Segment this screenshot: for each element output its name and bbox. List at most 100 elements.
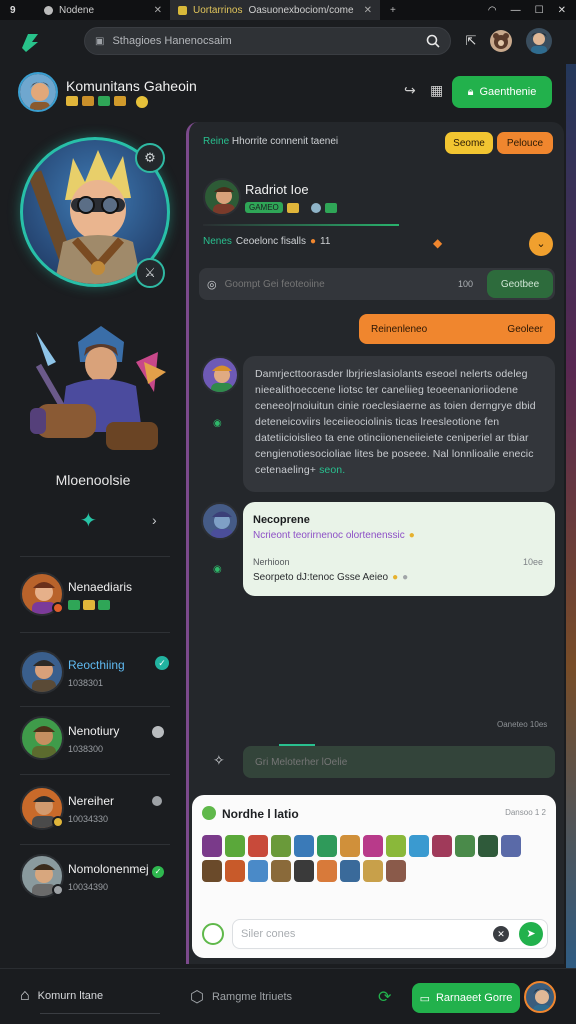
nav-cta-label: Rarnaeet Gorre	[435, 992, 513, 1004]
message-avatar-icon	[211, 365, 233, 392]
emoji-tile[interactable]	[271, 835, 291, 857]
message-bubble-highlight: Necoprene Ncrieont teorirnenoc olortenen…	[243, 502, 555, 596]
emoji-tile[interactable]	[478, 835, 498, 857]
emoji-tile[interactable]	[386, 860, 406, 882]
header-action-button[interactable]: 🔒︎ Gaenthenie	[452, 76, 552, 108]
friend-item[interactable]: Nenaediaris	[18, 570, 178, 626]
emoji-tile[interactable]	[317, 835, 337, 857]
message-timestamp: Oaneteo 10es	[497, 720, 548, 729]
card-title: Nordhe l latio	[222, 807, 299, 821]
flame-icon[interactable]: ◆	[433, 236, 442, 250]
new-tab-button[interactable]: +	[380, 5, 406, 16]
friend-item[interactable]: Nenotiury 1038300	[18, 714, 178, 770]
shop-icon: ⬡	[190, 989, 204, 1006]
emoji-tile[interactable]	[202, 860, 222, 882]
card-input[interactable]	[241, 928, 493, 940]
tab-favicon-icon	[44, 5, 53, 15]
emoji-tile[interactable]	[294, 835, 314, 857]
browser-tab-1[interactable]: Nodene ✕	[36, 0, 170, 20]
hero-swap-button[interactable]: ⚔	[135, 258, 165, 288]
maximize-icon[interactable]: ☐	[535, 5, 544, 16]
reaction-count: 11	[320, 236, 331, 247]
orange-action-bar[interactable]: Reinenleneo Geoleer	[359, 314, 555, 344]
reply-input[interactable]	[255, 756, 543, 768]
fire-icon: ●	[309, 236, 316, 247]
app-logo-icon[interactable]	[16, 28, 44, 56]
emoji-tile[interactable]	[340, 835, 360, 857]
emoji-tile[interactable]	[248, 860, 268, 882]
expand-button[interactable]: ⌄	[529, 232, 553, 256]
card-avatar[interactable]	[202, 923, 224, 945]
search-icon[interactable]	[426, 34, 440, 48]
message-avatar[interactable]	[201, 502, 239, 540]
card-input-wrapper[interactable]: ✕ ➤	[232, 919, 548, 949]
filter-pill-orange[interactable]: Pelouce	[497, 132, 553, 154]
emoji-tile[interactable]	[363, 860, 383, 882]
status-ring-icon: ◉	[213, 418, 222, 429]
warrior-name: Mloenoolsie	[55, 472, 131, 488]
nav-home[interactable]: ⌂ Komurn ltane	[20, 987, 103, 1005]
compose-row[interactable]: ◎ 100 Geotbee	[199, 268, 555, 300]
emoji-tile[interactable]	[340, 860, 360, 882]
coin-icon	[136, 96, 148, 108]
compose-submit-button[interactable]: Geotbee	[487, 270, 553, 298]
minimize-icon[interactable]: —	[511, 5, 521, 16]
gold-badge-icon	[82, 96, 94, 106]
filter-pill-yellow[interactable]: Seome	[445, 132, 493, 154]
emoji-tile[interactable]	[294, 860, 314, 882]
message-avatar[interactable]	[201, 356, 239, 394]
reply-input-wrapper[interactable]	[243, 746, 555, 778]
hero-settings-button[interactable]: ⚙	[135, 143, 165, 173]
emoji-tile[interactable]	[225, 835, 245, 857]
emoji-tile[interactable]	[363, 835, 383, 857]
emoji-tile[interactable]	[271, 860, 291, 882]
emoji-tile[interactable]	[409, 835, 429, 857]
nav-user-avatar[interactable]	[524, 981, 556, 1013]
message-text: Damrjecttoorasder lbrjrieslasiolants ese…	[243, 356, 555, 488]
emoji-tile[interactable]	[455, 835, 475, 857]
nav-refresh[interactable]: ⟳	[378, 987, 391, 1007]
profile-avatar[interactable]	[18, 72, 58, 112]
friend-item[interactable]: Nereiher 10034330	[18, 784, 178, 840]
emoji-tile[interactable]	[501, 835, 521, 857]
message-author: Necoprene	[253, 514, 310, 526]
tab-close-icon[interactable]: ✕	[154, 5, 162, 16]
clear-icon[interactable]: ✕	[493, 926, 509, 942]
emoji-tile[interactable]	[202, 835, 222, 857]
nav-shop[interactable]: ⬡ Ramgme ltriuets	[190, 987, 292, 1007]
browser-tab-2[interactable]: Uortarrinos Oasuonexbociom/come ✕	[170, 0, 380, 20]
share-icon[interactable]: ⇱	[460, 30, 482, 52]
post-author: Radriot Ioe	[245, 182, 309, 197]
window-controls: ◠ — ☐ ✕	[488, 5, 576, 16]
friend-item[interactable]: Reocthiing 1038301 ✓	[18, 648, 178, 704]
search-bar[interactable]: ▣	[84, 27, 451, 55]
search-input[interactable]	[112, 35, 418, 47]
post-tag: GAMEO	[245, 202, 283, 213]
status-online-icon: ✓	[152, 866, 164, 878]
friend-item[interactable]: Nomolonenmej 10034390 ✓	[18, 852, 178, 908]
emoji-tile[interactable]	[386, 835, 406, 857]
nav-cta-button[interactable]: ▭ Rarnaeet Gorre	[412, 983, 520, 1013]
emoji-tile[interactable]	[317, 860, 337, 882]
lock-icon: 🔒︎	[467, 85, 474, 98]
profile-header[interactable]: Komunitans Gaheoin	[18, 72, 197, 116]
emoji-tile[interactable]	[225, 860, 245, 882]
sparkle-icon[interactable]: ✧	[213, 752, 225, 769]
hero-dash-icon[interactable]: ✦	[80, 508, 97, 533]
send-icon[interactable]: ➤	[519, 922, 543, 946]
emoji-tile[interactable]	[248, 835, 268, 857]
friend-avatar	[20, 716, 64, 760]
gold-badge-icon	[114, 96, 126, 106]
chevron-right-icon[interactable]: ›	[152, 512, 157, 528]
notification-avatar[interactable]	[490, 30, 512, 52]
gallery-icon[interactable]: ▦	[430, 82, 443, 99]
post-avatar[interactable]	[203, 178, 241, 216]
compose-input[interactable]	[224, 278, 450, 290]
emoji-tile[interactable]	[432, 835, 452, 857]
compose-icon: ◎	[207, 278, 217, 291]
share-icon[interactable]: ↪	[404, 82, 416, 99]
close-window-icon[interactable]: ✕	[558, 5, 566, 16]
user-avatar[interactable]	[526, 28, 552, 54]
tab-close-icon[interactable]: ✕	[364, 5, 372, 16]
message-link[interactable]: seon.	[319, 464, 345, 476]
